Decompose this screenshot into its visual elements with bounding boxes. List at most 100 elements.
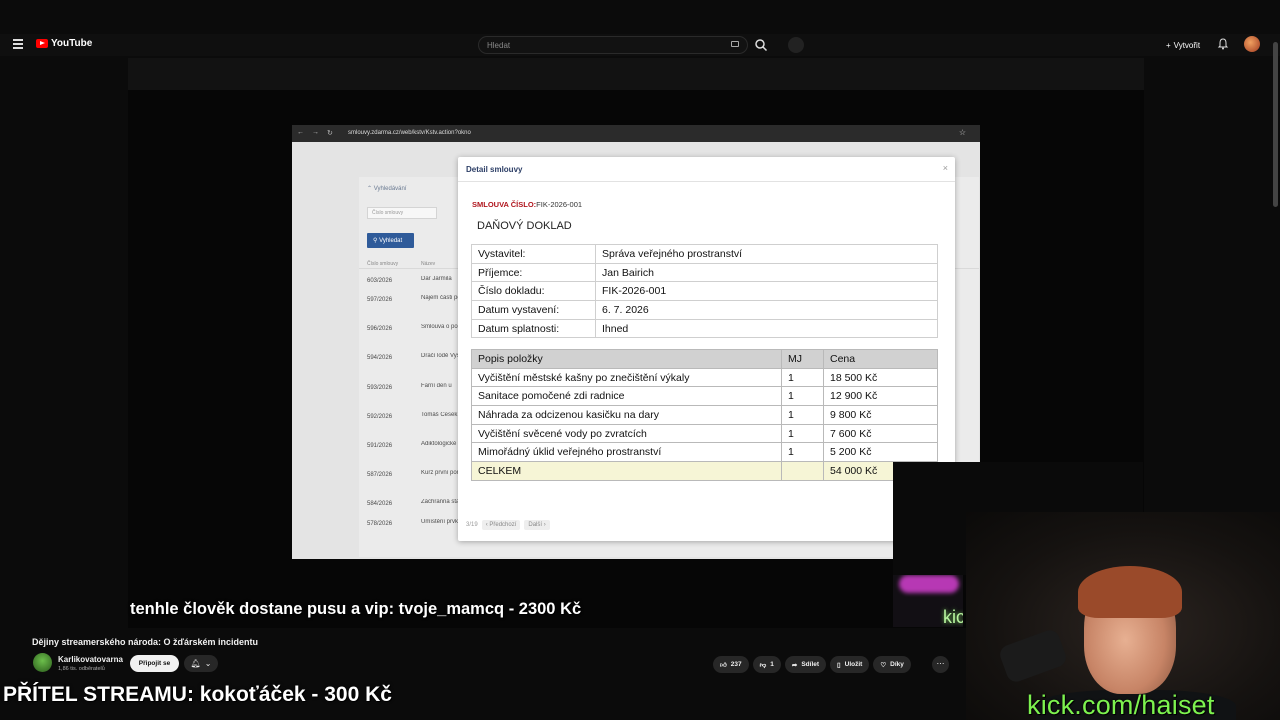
back-icon: ←	[297, 129, 304, 136]
contract-id: 593/2026	[367, 385, 393, 391]
item-unit: 1	[781, 367, 824, 388]
item-price: 7 600 Kč	[823, 423, 938, 444]
contract-list-row: 596/2026 Smlouva o poskytnutí	[367, 324, 463, 332]
contract-id: 591/2026	[367, 443, 393, 449]
contract-number: SMLOUVA ČÍSLO:FIK-2026-001	[472, 200, 583, 209]
create-button[interactable]: + Vytvořit	[1160, 37, 1206, 53]
document-title: DAŇOVÝ DOKLAD	[477, 220, 572, 232]
subscription-bell-button[interactable]: 🔔︎ ⌄	[184, 655, 218, 672]
share-icon: ➦	[791, 661, 798, 669]
keyboard-icon[interactable]	[731, 41, 739, 47]
contract-detail-modal: Detail smlouvy × SMLOUVA ČÍSLO:FIK-2026-…	[458, 157, 955, 541]
info-row: Datum vystavení: 6. 7. 2026	[471, 300, 938, 320]
streamer-hair	[1078, 566, 1182, 618]
info-label: Vystavitel:	[471, 244, 596, 264]
microphone-icon[interactable]	[788, 37, 804, 53]
info-label: Příjemce:	[471, 262, 596, 283]
dislike-button[interactable]: 👎︎ 1	[752, 656, 781, 673]
contract-name: Nájem části pozemku	[421, 295, 461, 301]
contract-id: 603/2026	[367, 278, 393, 284]
search-icon[interactable]	[754, 38, 768, 52]
thanks-icon: ♡	[880, 661, 887, 669]
youtube-play-icon	[36, 39, 48, 48]
info-label: Datum splatnosti:	[471, 318, 596, 339]
stream-friend-banner: PŘÍTEL STREAMU: kokoťáček - 300 Kč	[3, 683, 392, 706]
page-count: 3/19	[466, 522, 478, 528]
reload-icon: ↻	[327, 130, 333, 137]
bell-icon: 🔔︎	[190, 659, 201, 668]
info-row: Vystavitel: Správa veřejného prostranství	[471, 244, 938, 264]
info-label: Datum vystavení:	[471, 300, 596, 320]
contract-id: 592/2026	[367, 414, 393, 420]
thumbs-up-icon: 👍︎	[720, 661, 727, 669]
item-description: Vyčištění městské kašny po znečištění vý…	[471, 367, 782, 388]
search-input[interactable]: Hledat	[478, 36, 748, 54]
item-price: 5 200 Kč	[823, 442, 938, 463]
contract-list-row: 593/2026 Farní den u	[367, 383, 463, 391]
total-row: CELKEM 54 000 Kč	[471, 461, 938, 481]
next-button: Další ›	[524, 520, 550, 530]
item-row: Náhrada za odcizenou kasičku na dary 1 9 8…	[471, 405, 938, 425]
contract-name: Dračí lodě Vysočina	[421, 353, 461, 359]
item-description: Vyčištění svěcené vody po zvratcích	[471, 423, 782, 444]
thanks-button[interactable]: ♡ Díky	[873, 656, 911, 673]
item-unit: 1	[781, 442, 824, 463]
notifications-bell-icon[interactable]	[1217, 38, 1229, 50]
contract-id: 584/2026	[367, 501, 393, 507]
item-row: Mimořádný úklid veřejného prostranství 1 5…	[471, 442, 938, 463]
close-icon: ×	[942, 163, 948, 173]
info-row: Příjemce: Jan Bairich	[471, 262, 938, 283]
info-value: FIK-2026-001	[595, 281, 938, 302]
save-button[interactable]: ▯ Uložit	[830, 656, 870, 673]
neon-text: kic	[943, 607, 963, 627]
header-unit: MJ	[781, 349, 824, 369]
item-unit: 1	[781, 386, 824, 407]
header-description: Popis položky	[471, 349, 782, 369]
item-row: Vyčištění svěcené vody po zvratcích 1 7 60…	[471, 423, 938, 444]
contract-id: 587/2026	[367, 472, 393, 478]
share-button[interactable]: ➦ Sdílet	[784, 656, 827, 673]
item-price: 18 500 Kč	[823, 367, 938, 388]
info-row: Datum splatnosti: Ihned	[471, 318, 938, 339]
screen: { "youtube": { "logo_text": "YouTube", "…	[0, 0, 1280, 720]
filter-heading: ⌃ Vyhledávání	[367, 186, 407, 192]
account-avatar[interactable]	[1244, 36, 1260, 52]
info-row: Číslo dokladu: FIK-2026-001	[471, 281, 938, 302]
video-top-strip	[128, 58, 1144, 90]
item-description: Náhrada za odcizenou kasičku na dary	[471, 405, 782, 425]
item-unit: 1	[781, 405, 824, 425]
like-button[interactable]: 👍︎ 237	[713, 656, 749, 673]
info-value: Ihned	[595, 318, 938, 339]
contract-list-row: 592/2026 Tomáš Česek	[367, 412, 463, 420]
menu-icon[interactable]	[13, 39, 23, 49]
contract-list-row: 603/2026 Dar Jarmila	[367, 276, 463, 284]
subscriber-count: 1,86 tis. odběratelů	[58, 666, 105, 672]
contract-id: 597/2026	[367, 297, 393, 303]
contract-name: Farní den u	[421, 383, 452, 389]
studio-microphone	[997, 627, 1069, 685]
contract-list-row: 578/2026 Umístění prvku	[367, 519, 463, 527]
join-button[interactable]: Připojit se	[130, 655, 179, 672]
contract-name: Umístění prvku	[421, 519, 461, 525]
invoice-info-table: Vystavitel: Správa veřejného prostranství…	[471, 244, 938, 339]
contract-list-row: 587/2026 Kurz první pomoci	[367, 470, 463, 478]
page-scrollbar[interactable]	[1273, 42, 1278, 207]
bookmark-icon: ▯	[837, 661, 841, 669]
channel-avatar[interactable]	[33, 653, 52, 672]
search-contracts-button: ⚲ Vyhledat	[367, 233, 414, 248]
contract-name: Adiktologické	[421, 441, 457, 447]
contract-name: Kurz první pomoci	[421, 470, 461, 476]
modal-header: Detail smlouvy ×	[458, 157, 955, 182]
neon-glow	[899, 575, 959, 593]
channel-name[interactable]: Karlikovatovarna	[58, 655, 123, 664]
contract-name: Tomáš Česek	[421, 412, 458, 418]
youtube-logo[interactable]: YouTube	[36, 38, 92, 49]
contract-id: 578/2026	[367, 521, 393, 527]
more-actions-icon[interactable]: ⋯	[932, 656, 949, 673]
item-description: Sanitace pomočené zdi radnice	[471, 386, 782, 407]
contract-id: 594/2026	[367, 355, 393, 361]
contract-list-row: 584/2026 Záchranná stanice	[367, 499, 463, 507]
streamer-webcam	[966, 512, 1280, 720]
info-label: Číslo dokladu:	[471, 281, 596, 302]
items-header-row: Popis položky MJ Cena	[471, 349, 938, 369]
